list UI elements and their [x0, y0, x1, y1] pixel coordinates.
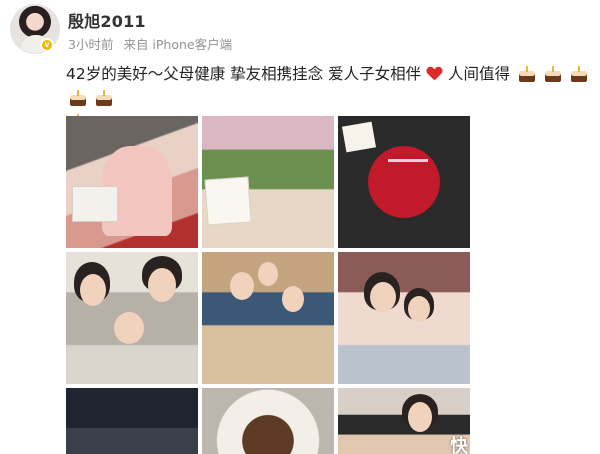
face-shape — [258, 262, 278, 286]
note-card — [204, 176, 252, 226]
photo-mother-daughter[interactable] — [338, 252, 470, 384]
face-shape — [80, 274, 106, 306]
photo-cake[interactable] — [202, 388, 334, 454]
photo-stage-performance[interactable] — [66, 388, 198, 454]
post-source[interactable]: 来自 iPhone客户端 — [123, 37, 232, 52]
photo-flower-bouquet[interactable] — [66, 116, 198, 248]
crown-shape — [388, 144, 428, 162]
flower-tag — [341, 121, 377, 153]
child-face-shape — [114, 312, 144, 344]
photo-family-dinner[interactable] — [202, 252, 334, 384]
face-shape — [282, 286, 304, 312]
post-text-main: 42岁的美好～父母健康 挚友相携挂念 爱人子女相伴 — [66, 65, 422, 83]
cake-emoji-icon — [518, 66, 536, 82]
face-shape — [148, 268, 176, 302]
post-text-tail: 人间值得 — [447, 65, 510, 83]
cake-emoji-icon — [69, 90, 87, 106]
face-shape — [230, 272, 254, 300]
face-shape — [408, 296, 430, 322]
post-time: 3小时前 — [68, 37, 114, 52]
photo-red-roses[interactable] — [338, 116, 470, 248]
cake-emoji-icon — [95, 90, 113, 106]
photo-vintage-family[interactable] — [66, 252, 198, 384]
cake-emoji-icon — [544, 66, 562, 82]
face-shape — [370, 282, 396, 312]
photo-lotus-flowers[interactable] — [202, 116, 334, 248]
face-shape — [408, 402, 432, 432]
verified-badge-icon: v — [40, 38, 54, 52]
heart-icon — [427, 67, 442, 81]
watermark: 快 — [450, 436, 468, 454]
cake-emoji-icon — [570, 66, 588, 82]
gift-card — [72, 186, 118, 222]
post-meta: 3小时前 来自 iPhone客户端 — [68, 34, 238, 53]
post-header: v 殷旭2011 3小时前 来自 iPhone客户端 — [0, 0, 600, 60]
username[interactable]: 殷旭2011 — [68, 8, 146, 32]
